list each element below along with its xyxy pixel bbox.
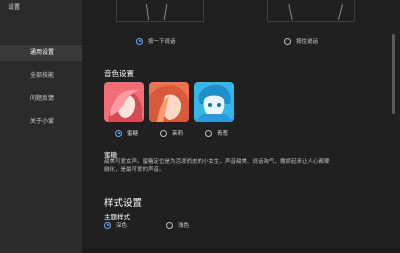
radio-label: 茉莉 bbox=[172, 131, 184, 137]
content-scrollbar[interactable] bbox=[392, 34, 395, 114]
sidebar-item-all-skills[interactable]: 全部技能 bbox=[0, 68, 82, 84]
radio-theme-dark[interactable]: 深色 bbox=[104, 221, 127, 229]
radio-label: 按一下说话 bbox=[148, 39, 176, 45]
sidebar: 通用设置 全部技能 问题反馈 关于小爱 bbox=[0, 14, 82, 253]
radio-voice-mitang[interactable]: 蜜糖 bbox=[115, 129, 138, 137]
style-section-title: 样式设置 bbox=[104, 198, 143, 209]
radio-label: 按住说话 bbox=[296, 39, 319, 45]
hold-gesture-illustration bbox=[288, 4, 293, 20]
radio-press-once[interactable]: 按一下说话 bbox=[136, 37, 176, 45]
radio-unselected-icon bbox=[205, 129, 212, 137]
radio-voice-moli[interactable]: 茉莉 bbox=[160, 129, 183, 137]
wake-mode-card-press-hold[interactable] bbox=[267, 0, 355, 22]
voice-section-title: 音色设置 bbox=[104, 69, 134, 78]
sidebar-item-general-settings[interactable]: 通用设置 bbox=[0, 45, 82, 61]
bottom-edge bbox=[82, 248, 400, 253]
window-title: 设置 bbox=[8, 4, 21, 11]
radio-voice-qingcong[interactable]: 青葱 bbox=[205, 129, 228, 137]
radio-unselected-icon bbox=[284, 37, 291, 45]
radio-selected-icon bbox=[115, 129, 122, 137]
press-gesture-illustration-2 bbox=[163, 4, 168, 20]
radio-selected-icon bbox=[104, 221, 111, 229]
pink-girl-avatar[interactable] bbox=[104, 82, 144, 122]
radio-unselected-icon bbox=[166, 221, 173, 229]
radio-unselected-icon bbox=[160, 129, 167, 137]
radio-theme-light[interactable]: 浅色 bbox=[166, 221, 189, 229]
radio-press-hold[interactable]: 按住说话 bbox=[284, 37, 318, 45]
hold-gesture-illustration-2 bbox=[337, 4, 344, 20]
selected-voice-description: 甜美可爱女声。蜜糖定位是为活泼俏皮的小女生，声音甜美、说话淘气，撒娇起来让人心都… bbox=[104, 159, 330, 173]
sidebar-item-feedback[interactable]: 问题反馈 bbox=[0, 91, 82, 107]
radio-label: 青葱 bbox=[217, 131, 229, 137]
blue-boy-avatar[interactable] bbox=[194, 82, 234, 122]
wake-mode-card-press-once[interactable] bbox=[116, 0, 204, 22]
theme-style-label: 主题样式 bbox=[104, 213, 130, 221]
orange-girl-avatar[interactable] bbox=[149, 82, 189, 122]
sidebar-item-about[interactable]: 关于小爱 bbox=[0, 114, 82, 130]
press-gesture-illustration bbox=[145, 4, 150, 20]
radio-label: 深色 bbox=[116, 223, 128, 229]
radio-selected-icon bbox=[136, 37, 143, 45]
settings-content: 按一下说话 按住说话 音色设置 蜜糖 茉莉 青葱 蜜糖 甜美可爱女声。蜜糖定位是… bbox=[82, 0, 400, 253]
radio-label: 浅色 bbox=[178, 223, 190, 229]
radio-label: 蜜糖 bbox=[127, 131, 139, 137]
